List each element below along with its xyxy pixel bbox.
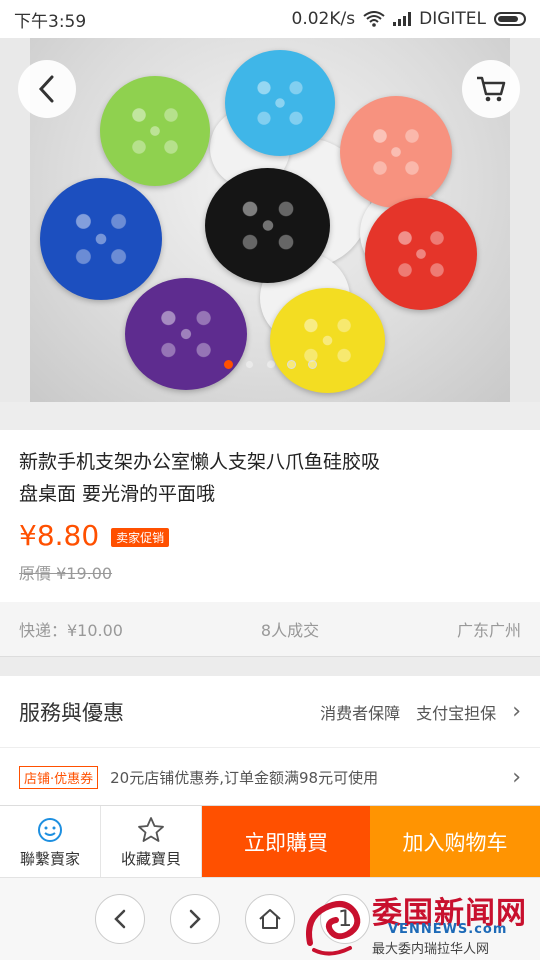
chevron-right-icon: › xyxy=(512,699,521,724)
green-suction-cup xyxy=(100,76,210,186)
price-row: ¥8.80 卖家促销 xyxy=(19,519,170,552)
battery-icon xyxy=(494,12,526,26)
divider xyxy=(0,656,540,676)
navy-suction-cup xyxy=(40,178,162,300)
promo-badge: 卖家促销 xyxy=(111,528,170,547)
carousel-dot[interactable] xyxy=(265,360,275,369)
carousel-dot[interactable] xyxy=(307,360,317,369)
browser-home-button[interactable] xyxy=(245,894,295,944)
chevron-right-icon: › xyxy=(512,764,521,790)
buy-now-button[interactable]: 立即購買 xyxy=(202,806,370,877)
alipay-guarantee-label: 支付宝担保 xyxy=(416,703,497,723)
favorite-button[interactable]: 收藏寶貝 xyxy=(101,806,202,878)
service-row[interactable]: 服務與優惠 消费者保障 支付宝担保 › xyxy=(0,676,540,748)
add-to-cart-button[interactable]: 加入购物车 xyxy=(370,806,540,877)
black-suction-cup xyxy=(205,168,330,283)
home-icon xyxy=(259,909,281,929)
site-watermark: 委国新闻网 VENNEWS.com 最大委内瑞拉华人网 xyxy=(300,888,540,960)
browser-forward-button[interactable] xyxy=(170,894,220,944)
consumer-protection-label: 消费者保障 xyxy=(320,703,401,723)
coupon-row[interactable]: 店铺·优惠券 20元店铺优惠券,订单金额满98元可使用 › xyxy=(0,749,540,805)
divider xyxy=(0,402,540,430)
star-icon xyxy=(137,816,165,844)
contact-seller-button[interactable]: 聯繫賣家 xyxy=(0,806,101,878)
current-price: ¥8.80 xyxy=(19,519,100,552)
status-time: 下午3:59 xyxy=(14,11,87,32)
product-title-line: 盘桌面 要光滑的平面哦 xyxy=(19,483,216,505)
yellow-suction-cup xyxy=(270,288,385,393)
chevron-left-icon xyxy=(38,75,54,103)
pink-suction-cup xyxy=(340,96,452,208)
red-suction-cup xyxy=(365,198,477,310)
service-guarantees: 消费者保障 支付宝担保 › xyxy=(320,699,521,724)
action-bar: 聯繫賣家 收藏寶貝 立即購買 加入购物车 xyxy=(0,805,540,878)
shipping-info-row: 快递：¥10.00 8人成交 广东广州 xyxy=(0,602,540,656)
carrier-name: DIGITEL xyxy=(419,9,486,29)
cart-button[interactable] xyxy=(462,60,520,118)
status-bar: 下午3:59 0.02K/s DIGITEL xyxy=(0,0,540,38)
carousel-dot[interactable] xyxy=(286,360,296,369)
original-price: 原價 ¥19.00 xyxy=(19,564,113,583)
dragon-logo-icon xyxy=(306,901,361,956)
wifi-icon xyxy=(363,11,385,27)
chevron-left-icon xyxy=(114,909,126,929)
product-title: 新款手机支架办公室懒人支架八爪鱼硅胶吸 盘桌面 要光滑的平面哦 xyxy=(19,446,459,510)
service-title: 服務與優惠 xyxy=(19,700,124,725)
contact-seller-label: 聯繫賣家 xyxy=(19,849,80,868)
chevron-right-icon xyxy=(189,909,201,929)
cart-icon xyxy=(477,76,506,102)
carousel-dot[interactable] xyxy=(244,360,254,369)
blue-suction-cup xyxy=(225,50,335,156)
carousel-indicator xyxy=(0,360,540,369)
purple-suction-cup xyxy=(125,278,247,390)
status-right: 0.02K/s DIGITEL xyxy=(292,9,526,29)
browser-back-button[interactable] xyxy=(95,894,145,944)
coupon-tag: 店铺·优惠券 xyxy=(19,765,99,789)
watermark-domain: VENNEWS.com xyxy=(388,922,508,937)
product-image-carousel[interactable] xyxy=(0,38,540,402)
chat-icon xyxy=(36,816,64,844)
product-title-line: 新款手机支架办公室懒人支架八爪鱼硅胶吸 xyxy=(19,451,381,473)
carousel-dot[interactable] xyxy=(223,360,233,369)
favorite-label: 收藏寶貝 xyxy=(120,849,181,868)
product-photo xyxy=(30,38,510,402)
signal-icon xyxy=(393,12,412,26)
shipping-fee: 快递：¥10.00 xyxy=(19,621,123,640)
network-speed: 0.02K/s xyxy=(291,9,356,29)
sold-count: 8人成交 xyxy=(260,621,320,640)
watermark-tagline: 最大委内瑞拉华人网 xyxy=(372,942,490,957)
seller-location: 广东广州 xyxy=(456,621,521,640)
coupon-text: 20元店铺优惠券,订单金额满98元可使用 xyxy=(110,768,379,787)
back-button[interactable] xyxy=(18,60,76,118)
